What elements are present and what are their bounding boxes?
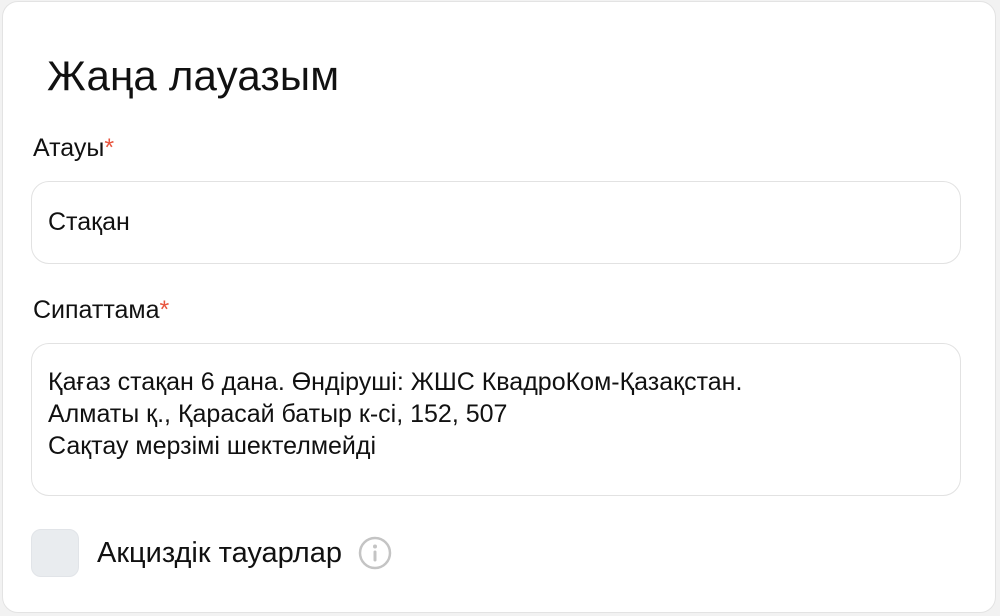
excise-goods-label[interactable]: Акциздік тауарлар bbox=[97, 533, 342, 573]
excise-goods-row: Акциздік тауарлар bbox=[31, 528, 392, 578]
name-input[interactable] bbox=[31, 181, 961, 264]
excise-goods-checkbox[interactable] bbox=[31, 529, 79, 577]
description-field-label: Сипаттама* bbox=[33, 294, 169, 326]
form-title: Жаңа лауазым bbox=[47, 52, 340, 99]
description-textarea[interactable]: Қағаз стақан 6 дана. Өндіруші: ЖШС Квадр… bbox=[31, 343, 961, 496]
description-label-text: Сипаттама bbox=[33, 296, 160, 324]
required-mark: * bbox=[104, 134, 115, 162]
name-label-text: Атауы bbox=[33, 134, 105, 162]
new-position-form: Жаңа лауазым Атауы* Сипаттама* Қағаз ста… bbox=[2, 1, 996, 613]
required-mark: * bbox=[159, 296, 170, 324]
info-icon[interactable] bbox=[358, 536, 392, 570]
name-field-label: Атауы* bbox=[33, 132, 114, 164]
